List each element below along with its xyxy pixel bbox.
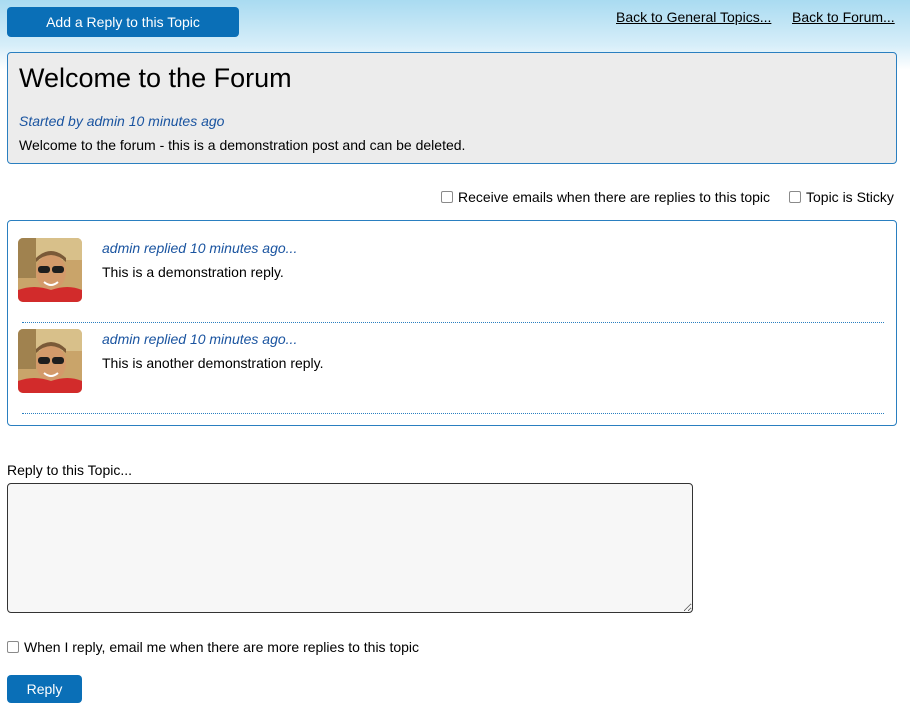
- replies-panel: admin replied 10 minutes ago... This is …: [7, 220, 897, 426]
- sticky-checkbox[interactable]: [789, 191, 801, 203]
- add-reply-button[interactable]: Add a Reply to this Topic: [7, 7, 239, 37]
- reply-text: This is a demonstration reply.: [102, 264, 284, 280]
- reply-divider: [22, 322, 884, 323]
- avatar: [18, 238, 82, 302]
- reply-text: This is another demonstration reply.: [102, 355, 324, 371]
- sticky-label: Topic is Sticky: [806, 189, 894, 205]
- reply-textarea[interactable]: [7, 483, 693, 613]
- reply-meta: admin replied 10 minutes ago...: [102, 240, 298, 256]
- notify-checkbox[interactable]: [7, 641, 19, 653]
- back-to-forum-link[interactable]: Back to Forum...: [792, 9, 895, 25]
- sticky-option[interactable]: Topic is Sticky: [789, 189, 894, 205]
- avatar: [18, 329, 82, 393]
- reply-item: admin replied 10 minutes ago... This is …: [18, 238, 886, 328]
- email-replies-checkbox[interactable]: [441, 191, 453, 203]
- reply-form-label: Reply to this Topic...: [7, 462, 133, 478]
- topic-body: Welcome to the forum - this is a demonst…: [19, 137, 466, 153]
- reply-divider: [22, 413, 884, 414]
- topic-panel: Welcome to the Forum Started by admin 10…: [7, 52, 897, 164]
- email-replies-label: Receive emails when there are replies to…: [458, 189, 771, 205]
- reply-meta: admin replied 10 minutes ago...: [102, 331, 298, 347]
- back-to-general-topics-link[interactable]: Back to General Topics...: [616, 9, 771, 25]
- email-replies-option[interactable]: Receive emails when there are replies to…: [441, 189, 770, 205]
- reply-item: admin replied 10 minutes ago... This is …: [18, 329, 886, 419]
- notify-option[interactable]: When I reply, email me when there are mo…: [7, 639, 419, 655]
- reply-submit-button[interactable]: Reply: [7, 675, 82, 703]
- topic-title: Welcome to the Forum: [19, 63, 292, 93]
- notify-label: When I reply, email me when there are mo…: [24, 639, 420, 655]
- topic-meta: Started by admin 10 minutes ago: [19, 113, 225, 129]
